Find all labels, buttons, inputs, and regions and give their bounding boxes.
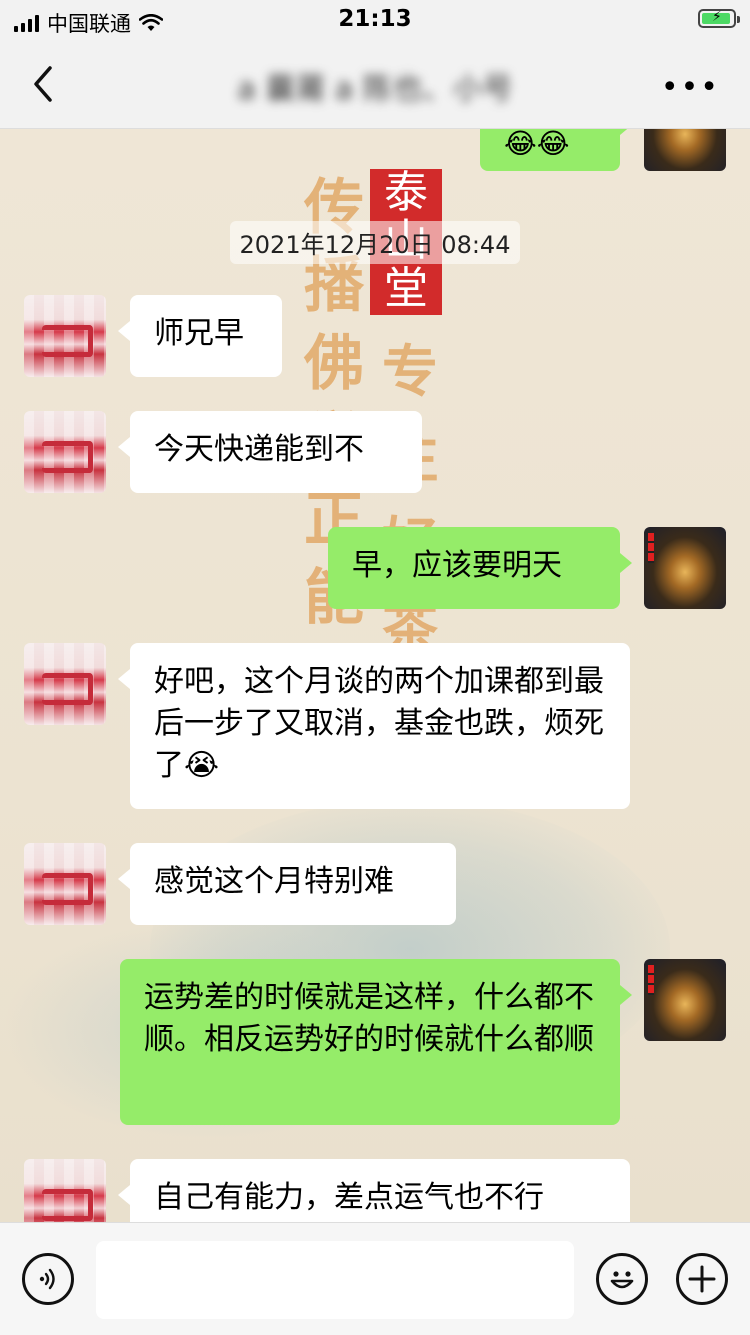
message-bubble[interactable]: 好吧，这个月谈的两个加课都到最后一步了又取消，基金也跌，烦死了😭 — [118, 643, 630, 809]
chevron-left-icon — [34, 66, 52, 102]
more-dots-icon: ••• — [660, 70, 720, 105]
chat-header: a 曩莆 a 陈也、小号 ••• — [0, 40, 750, 129]
plus-icon — [688, 1265, 716, 1293]
message-timestamp: 2021年12月20日 08:44 — [0, 221, 750, 264]
message-text: 好吧，这个月谈的两个加课都到最后一步了又取消，基金也跌，烦死了😭 — [154, 664, 604, 783]
more-options-button[interactable]: ••• — [661, 70, 720, 105]
message-text: 运势差的时候就是这样，什么都不顺。相反运势好的时候就什么都顺 — [144, 980, 594, 1057]
chat-title: a 曩莆 a 陈也、小号 — [237, 72, 513, 107]
message-bubble[interactable]: 今天快递能到不 — [118, 411, 422, 493]
avatar[interactable] — [24, 411, 106, 493]
message-text: 早，应该要明天 — [352, 548, 562, 583]
message-text: 师兄早 — [154, 316, 244, 351]
message-bubble[interactable]: 师兄早 — [118, 295, 282, 377]
message-bubble[interactable]: 感觉这个月特别难 — [118, 843, 456, 925]
avatar[interactable] — [24, 1159, 106, 1222]
input-bar — [0, 1222, 750, 1335]
message-text: 感觉这个月特别难 — [154, 864, 394, 899]
message-bubble[interactable]: 自己有能力，差点运气也不行 — [118, 1159, 630, 1222]
message-text: 自己有能力，差点运气也不行 — [154, 1180, 544, 1215]
avatar[interactable] — [24, 295, 106, 377]
avatar[interactable] — [24, 643, 106, 725]
emoji-icon — [610, 1271, 634, 1289]
voice-button[interactable] — [22, 1253, 74, 1305]
avatar[interactable] — [24, 843, 106, 925]
avatar[interactable] — [644, 129, 726, 171]
emoji-button[interactable] — [596, 1253, 648, 1305]
message-input[interactable] — [96, 1241, 574, 1319]
back-button[interactable] — [30, 64, 56, 104]
message-text: 今天快递能到不 — [154, 432, 364, 467]
message-bubble[interactable]: 运势差的时候就是这样，什么都不顺。相反运势好的时候就什么都顺 — [120, 959, 632, 1125]
message-bubble[interactable]: 早，应该要明天 — [328, 527, 632, 609]
message-bubble-partial[interactable]: 😂😂 — [480, 129, 632, 171]
more-actions-button[interactable] — [676, 1253, 728, 1305]
voice-icon — [39, 1268, 55, 1290]
status-bar: 中国联通 21:13 ⚡ — [0, 0, 750, 40]
wallpaper-calligraphy: 专注好茶 — [382, 339, 438, 663]
avatar[interactable] — [644, 959, 726, 1041]
message-text: 😂😂 — [504, 129, 570, 160]
chat-area[interactable]: 传播佛学正能量 专注好茶 泰 山 堂 😂😂 2021年12月20日 08:44 … — [0, 129, 750, 1222]
status-time: 21:13 — [338, 6, 412, 32]
battery-charging-icon: ⚡ — [698, 9, 740, 28]
avatar[interactable] — [644, 527, 726, 609]
